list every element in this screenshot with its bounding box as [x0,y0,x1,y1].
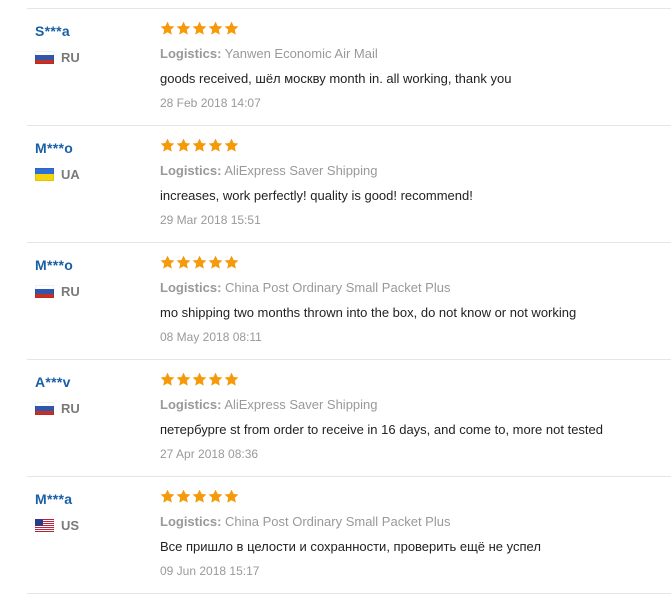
review-date: 29 Mar 2018 15:51 [160,213,261,227]
review-text: Все пришло в целости и сохранности, пров… [160,539,541,554]
russia-flag-icon [35,284,54,298]
country-code: UA [61,166,80,182]
russia-flag-icon [35,50,54,64]
star-icon [176,255,191,270]
star-icon [208,21,223,36]
logistics-method: China Post Ordinary Small Packet Plus [225,514,451,529]
star-icon [208,489,223,504]
feedback-list: S***a RU Logistics: Yanwen Economic Air … [0,0,671,594]
star-rating [160,138,239,153]
star-icon [160,21,175,36]
star-icon [160,138,175,153]
star-icon [176,372,191,387]
review-date: 08 May 2018 08:11 [160,330,262,344]
logistics-method: AliExpress Saver Shipping [224,163,378,178]
buyer-name: M***a [35,491,73,507]
logistics-method: China Post Ordinary Small Packet Plus [225,280,451,295]
star-icon [192,255,207,270]
review-text: петербурге st from order to receive in 1… [160,422,603,437]
star-icon [224,372,239,387]
star-icon [208,372,223,387]
logistics-info: Logistics: AliExpress Saver Shipping [160,163,378,178]
buyer-country: RU [35,400,80,416]
star-icon [160,489,175,504]
logistics-label: Logistics: [160,163,222,178]
logistics-info: Logistics: China Post Ordinary Small Pac… [160,280,450,295]
star-icon [192,372,207,387]
review-date: 28 Feb 2018 14:07 [160,96,261,110]
ukraine-flag-icon [35,167,54,181]
logistics-info: Logistics: China Post Ordinary Small Pac… [160,514,450,529]
usa-flag-icon [35,518,54,532]
star-rating [160,21,239,36]
logistics-label: Logistics: [160,46,222,61]
star-icon [160,372,175,387]
review-item: A***v RU Logistics: AliExpress Saver Shi… [0,360,671,477]
country-code: RU [61,283,80,299]
buyer-country: UA [35,166,80,182]
review-text: mo shipping two months thrown into the b… [160,305,577,320]
buyer-country: US [35,517,79,533]
review-item: S***a RU Logistics: Yanwen Economic Air … [0,9,671,126]
country-code: US [61,517,80,533]
logistics-method: AliExpress Saver Shipping [224,397,378,412]
buyer-name: M***o [35,257,74,273]
buyer-country: RU [35,49,80,65]
review-item: M***o RU Logistics: China Post Ordinary … [0,243,671,360]
logistics-label: Logistics: [160,280,222,295]
star-icon [160,255,175,270]
logistics-method: Yanwen Economic Air Mail [224,46,378,61]
logistics-info: Logistics: AliExpress Saver Shipping [160,397,378,412]
star-icon [176,138,191,153]
star-icon [208,138,223,153]
star-icon [224,138,239,153]
star-icon [224,489,239,504]
logistics-label: Logistics: [160,514,222,529]
star-icon [208,255,223,270]
buyer-country: RU [35,283,80,299]
review-date: 27 Apr 2018 08:36 [160,447,259,461]
review-item: M***a US Logistics: China Post Ordinary … [0,477,671,594]
star-icon [192,21,207,36]
star-icon [176,489,191,504]
star-icon [176,21,191,36]
star-rating [160,255,239,270]
review-text: goods received, шёл москву month in. all… [160,71,512,86]
logistics-info: Logistics: Yanwen Economic Air Mail [160,46,378,61]
buyer-name: A***v [35,374,71,390]
country-code: RU [61,400,80,416]
star-rating [160,372,239,387]
review-date: 09 Jun 2018 15:17 [160,564,260,578]
buyer-name: S***a [35,23,70,39]
star-icon [192,138,207,153]
logistics-label: Logistics: [160,397,222,412]
star-icon [224,21,239,36]
russia-flag-icon [35,401,54,415]
review-item: M***o UA Logistics: AliExpress Saver Shi… [0,126,671,243]
review-text: increases, work perfectly! quality is go… [160,188,473,203]
star-icon [192,489,207,504]
star-icon [224,255,239,270]
buyer-name: M***o [35,140,74,156]
country-code: RU [61,49,80,65]
star-rating [160,489,239,504]
